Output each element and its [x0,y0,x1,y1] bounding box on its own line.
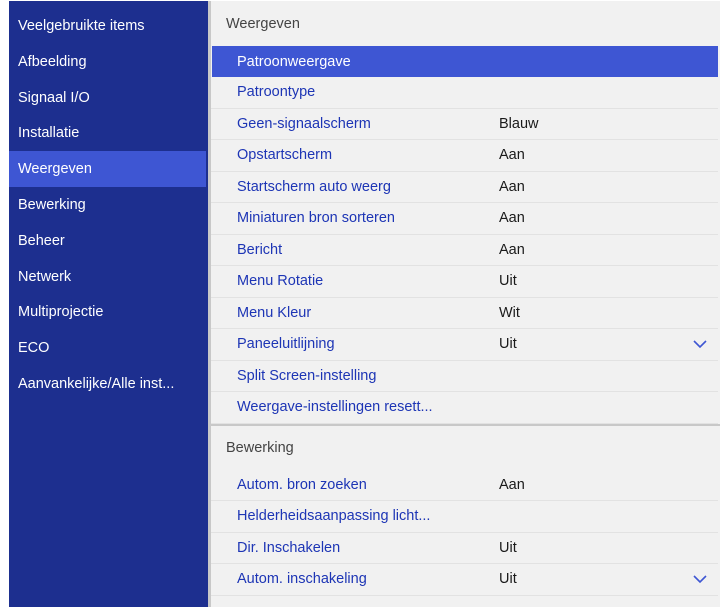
sidebar-item-beheer[interactable]: Beheer [9,223,208,259]
row-label: Helderheidsaanpassing licht... [237,508,431,525]
row-label: Patroontype [237,84,316,101]
sidebar-item-afbeelding[interactable]: Afbeelding [9,44,208,80]
row-label: Split Screen-instelling [237,367,377,384]
menu-row-patroontype[interactable]: Patroontype [211,77,718,109]
row-label: Weergave-instellingen resett... [237,399,433,416]
chevron-down-icon[interactable] [692,336,708,352]
menu-row-menu-kleur[interactable]: Menu Kleur Wit [211,298,718,329]
row-value: Uit [499,273,517,290]
menu-row-geen-signaalscherm[interactable]: Geen-signaalscherm Blauw [211,109,718,140]
menu-window: Veelgebruikte items Afbeelding Signaal I… [9,1,720,607]
row-label: Bericht [237,241,283,258]
row-value: Aan [499,476,525,493]
row-label: Menu Rotatie [237,273,324,290]
menu-row-menu-rotatie[interactable]: Menu Rotatie Uit [211,266,718,298]
sidebar-item-netwerk[interactable]: Netwerk [9,259,208,295]
sidebar-item-multiprojectie[interactable]: Multiprojectie [9,294,208,330]
menu-row-helderheidsaanpassing-licht[interactable]: Helderheidsaanpassing licht... [211,501,718,533]
section-header-bewerking: Bewerking [211,423,720,470]
row-label: Paneeluitlijning [237,336,335,353]
menu-row-dir-inschakelen[interactable]: Dir. Inschakelen Uit [211,533,718,564]
row-value: Aan [499,178,525,195]
menu-row-paneeluitlijning[interactable]: Paneeluitlijning Uit [211,329,718,361]
sidebar-item-weergeven[interactable]: Weergeven [9,151,206,187]
row-label: Geen-signaalscherm [237,115,371,132]
row-label: Dir. Inschakelen [237,539,341,556]
row-value: Uit [499,336,517,353]
row-label: Patroonweergave [237,53,351,70]
row-label: Autom. bron zoeken [237,476,367,493]
sidebar-item-signaal-io[interactable]: Signaal I/O [9,80,208,116]
sidebar-item-eco[interactable]: ECO [9,330,208,366]
section-header-weergeven: Weergeven [211,1,720,46]
menu-row-miniaturen-bron-sorteren[interactable]: Miniaturen bron sorteren Aan [211,203,718,235]
row-label: Startscherm auto weerg [237,178,391,195]
sidebar-item-installatie[interactable]: Installatie [9,115,208,151]
row-label: Autom. inschakeling [237,571,367,588]
settings-panel: Weergeven Patroonweergave Patroontype Ge… [208,1,720,607]
row-value: Aan [499,241,525,258]
sidebar-item-aanvankelijke-alle-instellingen[interactable]: Aanvankelijke/Alle inst... [9,366,208,402]
row-label: Opstartscherm [237,147,333,164]
row-value: Aan [499,210,525,227]
menu-row-patroonweergave[interactable]: Patroonweergave [212,46,718,77]
sidebar: Veelgebruikte items Afbeelding Signaal I… [9,1,208,607]
chevron-down-icon[interactable] [692,571,708,587]
row-value: Uit [499,571,517,588]
row-value: Aan [499,147,525,164]
menu-row-startscherm-auto-weerg[interactable]: Startscherm auto weerg Aan [211,172,718,203]
row-label: Miniaturen bron sorteren [237,210,395,227]
sidebar-item-bewerking[interactable]: Bewerking [9,187,208,223]
menu-row-autom-bron-zoeken[interactable]: Autom. bron zoeken Aan [211,470,718,501]
menu-row-autom-inschakeling[interactable]: Autom. inschakeling Uit [211,564,718,596]
sidebar-item-veelgebruikte-items[interactable]: Veelgebruikte items [9,8,208,44]
row-value: Blauw [499,115,539,132]
menu-row-weergave-instellingen-resetten[interactable]: Weergave-instellingen resett... [211,392,718,424]
menu-row-split-screen-instelling[interactable]: Split Screen-instelling [211,361,718,392]
menu-row-opstartscherm[interactable]: Opstartscherm Aan [211,140,718,172]
row-label: Menu Kleur [237,304,312,321]
row-value: Wit [499,304,520,321]
row-value: Uit [499,539,517,556]
menu-row-bericht[interactable]: Bericht Aan [211,235,718,266]
